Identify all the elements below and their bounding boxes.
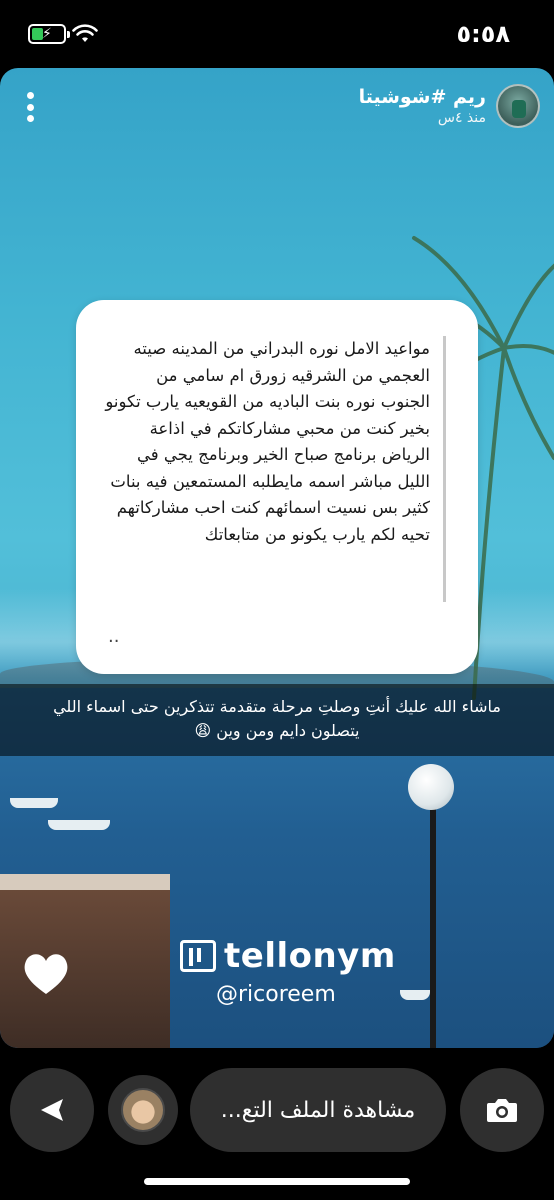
reply-caption-line-2: يتصلون دايم ومن وين 😩 xyxy=(194,721,360,740)
camera-icon xyxy=(487,1099,517,1122)
charging-bolt-icon: ⚡ xyxy=(42,26,52,42)
reply-caption-line-1: ماشاء الله عليك أنتِ وصلتِ مرحلة متقدمة … xyxy=(53,697,501,716)
send-button[interactable] xyxy=(10,1068,94,1152)
status-time: ٥:٥٨ xyxy=(456,20,510,48)
story-view[interactable]: ريم #شوشيتا منذ ٤س مواعيد الامل نوره الب… xyxy=(0,68,554,1048)
story-header[interactable]: ريم #شوشيتا منذ ٤س xyxy=(359,84,540,128)
question-text: مواعيد الامل نوره البدراني من المدينه صي… xyxy=(105,339,430,544)
camera-button[interactable] xyxy=(460,1068,544,1152)
user-avatar-button[interactable] xyxy=(108,1075,178,1145)
home-indicator[interactable] xyxy=(144,1178,410,1185)
tellonym-logo-icon xyxy=(180,940,216,972)
username[interactable]: ريم #شوشيتا xyxy=(359,86,486,108)
time-ago: منذ ٤س xyxy=(437,110,486,126)
wifi-icon xyxy=(72,24,98,44)
battery-charging-icon: ⚡ xyxy=(28,24,70,44)
view-profile-button[interactable]: مشاهدة الملف التع... xyxy=(190,1068,446,1152)
quote-bar xyxy=(443,336,446,602)
question-ellipsis: .. xyxy=(108,626,120,647)
more-vertical-icon[interactable] xyxy=(24,92,36,122)
watermark-brand: tellonym xyxy=(224,936,396,976)
watermark-handle: @ricoreem xyxy=(216,982,336,1007)
boat xyxy=(400,990,430,1000)
story-author: ريم #شوشيتا منذ ٤س xyxy=(359,86,486,126)
lamp-globe xyxy=(408,764,454,810)
heart-icon[interactable] xyxy=(20,948,72,1000)
avatar[interactable] xyxy=(496,84,540,128)
lamp-post xyxy=(430,808,436,1048)
status-bar: ⚡ ٥:٥٨ xyxy=(0,0,554,64)
reply-caption: ماشاء الله عليك أنتِ وصلتِ مرحلة متقدمة … xyxy=(0,684,554,756)
question-card: مواعيد الامل نوره البدراني من المدينه صي… xyxy=(76,300,478,674)
tellonym-watermark: tellonym @ricoreem xyxy=(180,936,396,1007)
send-arrow-icon xyxy=(41,1099,63,1121)
avatar xyxy=(121,1088,165,1132)
boat xyxy=(10,798,58,808)
battery-level-fill xyxy=(32,28,43,40)
boat xyxy=(48,820,110,830)
